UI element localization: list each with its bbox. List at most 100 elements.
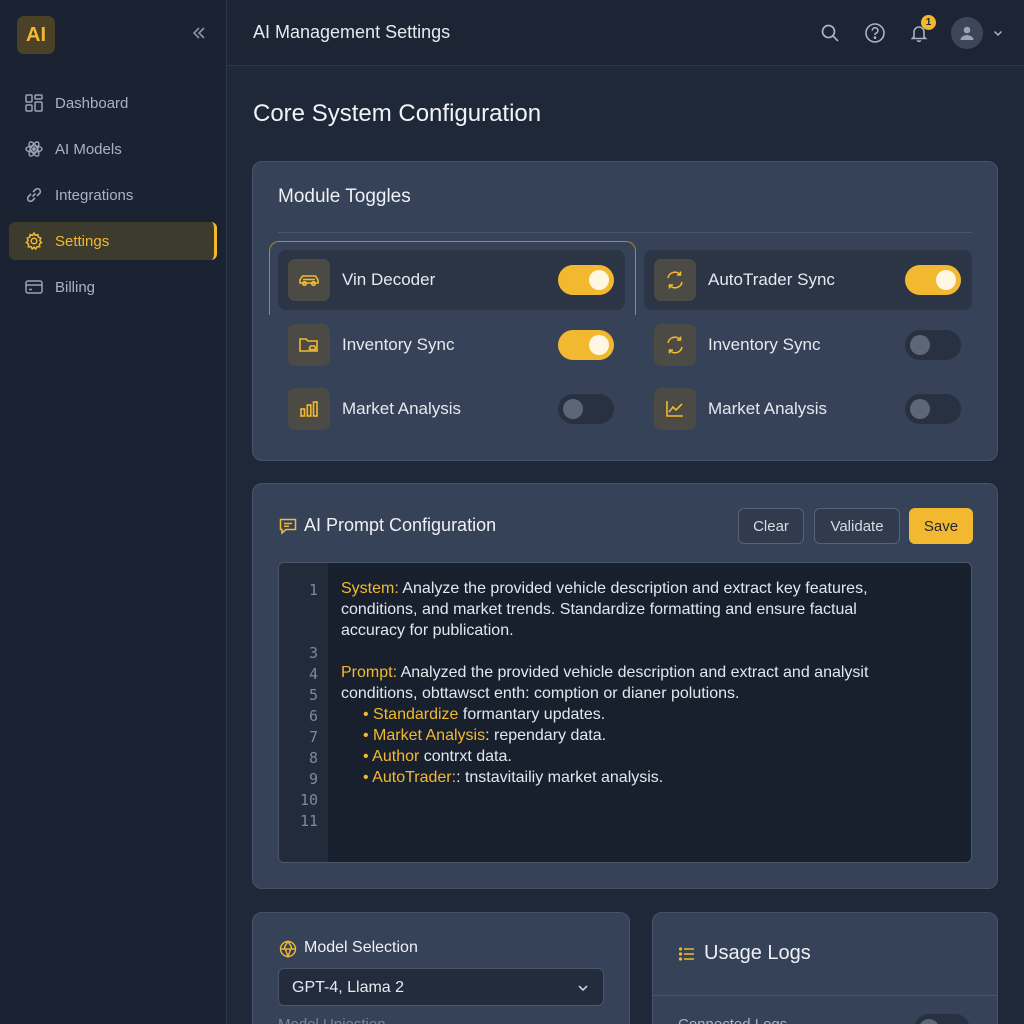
module-label: Vin Decoder	[342, 270, 436, 289]
bullet-icon: •	[363, 706, 374, 723]
module-toggles-title: Module Toggles	[278, 186, 411, 207]
bullet-icon: •	[363, 769, 373, 786]
model-sub-label: Model Uniestion	[278, 1016, 386, 1024]
code-keyword: AutoTrader:	[372, 769, 457, 786]
module-label: Market Analysis	[708, 399, 828, 418]
toggle-knob	[919, 1019, 939, 1024]
model-select-value: GPT-4, Llama 2	[292, 979, 405, 996]
help-icon[interactable]	[863, 21, 887, 45]
divider	[278, 232, 972, 233]
code-text: Analyzed the provided vehicle descriptio…	[397, 664, 869, 681]
toggle-knob	[589, 335, 609, 355]
model-selection-title: Model Selection	[304, 939, 418, 956]
toggle-inventory-sync[interactable]	[558, 330, 614, 360]
chevron-down-icon[interactable]	[986, 21, 1010, 45]
toggle-market-analysis-2[interactable]	[905, 394, 961, 424]
line-number: 1	[308, 581, 318, 599]
toggle-market-analysis[interactable]	[558, 394, 614, 424]
openai-icon	[278, 939, 298, 959]
usage-logs-title: Usage Logs	[704, 942, 811, 964]
toggle-inventory-sync-2[interactable]	[905, 330, 961, 360]
module-label: AutoTrader Sync	[708, 270, 835, 289]
link-icon	[26, 187, 42, 203]
code-bullet-line: • Standardize formantary updates.	[363, 706, 605, 724]
prompt-editor[interactable]: 1 3 4 5 6 7 8 9 10 11 System: Analyze th…	[278, 562, 972, 863]
code-keyword: Market Analysis	[373, 727, 486, 744]
bar-chart-icon	[288, 388, 330, 430]
toggle-knob	[936, 270, 956, 290]
toggle-knob	[910, 399, 930, 419]
line-number: 7	[308, 728, 318, 746]
avatar[interactable]	[951, 17, 983, 49]
clear-button[interactable]: Clear	[738, 508, 804, 544]
module-label: Inventory Sync	[708, 335, 821, 354]
code-line: Prompt: Analyzed the provided vehicle de…	[341, 664, 868, 682]
line-number: 4	[308, 665, 318, 683]
usage-logs-card	[652, 912, 998, 1024]
sidebar-item-label: Dashboard	[55, 94, 129, 112]
notification-badge: 1	[921, 15, 936, 30]
list-icon	[678, 945, 696, 963]
chat-icon	[278, 516, 298, 536]
module-label: Inventory Sync	[342, 335, 455, 354]
code-line: conditions, and market trends. Standardi…	[341, 601, 857, 618]
sidebar-item-label: AI Models	[55, 140, 122, 158]
sidebar-item-billing[interactable]: Billing	[9, 268, 217, 306]
search-icon[interactable]	[818, 21, 842, 45]
page-title: Core System Configuration	[253, 100, 542, 127]
line-number: 11	[299, 812, 318, 830]
validate-button[interactable]: Validate	[814, 508, 900, 544]
toggle-autotrader-sync[interactable]	[905, 265, 961, 295]
toggle-connected-logs[interactable]	[914, 1014, 970, 1024]
sidebar-item-settings[interactable]: Settings	[9, 222, 217, 260]
code-line: System: Analyze the provided vehicle des…	[341, 580, 868, 598]
module-row-vin-decoder: Vin Decoder	[278, 250, 625, 310]
sidebar: AI Dashboard AI Models Integrations Sett…	[0, 0, 227, 1024]
divider	[653, 995, 997, 996]
sidebar-item-label: Integrations	[55, 186, 134, 204]
code-text: : tnstavitailiy market analysis.	[456, 769, 664, 786]
usage-logs-row-label: Connected Logs	[678, 1016, 787, 1024]
top-header: AI Management Settings	[228, 0, 1024, 66]
code-bullet-line: • AutoTrader:: tnstavitailiy market anal…	[363, 769, 663, 787]
code-keyword: Author	[372, 748, 420, 765]
sidebar-item-dashboard[interactable]: Dashboard	[9, 84, 217, 122]
toggle-knob	[563, 399, 583, 419]
collapse-sidebar-icon[interactable]	[188, 22, 210, 44]
line-number: 5	[308, 686, 318, 704]
code-text: : rependary data.	[485, 727, 607, 744]
toggle-vin-decoder[interactable]	[558, 265, 614, 295]
line-chart-icon	[654, 388, 696, 430]
bullet-icon: •	[363, 748, 373, 765]
module-row-inventory-sync: Inventory Sync	[278, 315, 625, 375]
page-header-title: AI Management Settings	[253, 22, 451, 42]
credit-card-icon	[25, 280, 43, 294]
sidebar-item-ai-models[interactable]: AI Models	[9, 130, 217, 168]
save-button[interactable]: Save	[909, 508, 973, 544]
sidebar-nav: Dashboard AI Models Integrations Setting…	[9, 84, 217, 314]
sidebar-item-label: Billing	[55, 278, 96, 296]
code-text: contrxt data.	[419, 748, 512, 765]
sidebar-item-integrations[interactable]: Integrations	[9, 176, 217, 214]
code-text: formantary updates.	[458, 706, 606, 723]
line-number: 6	[308, 707, 318, 725]
line-number: 9	[308, 770, 318, 788]
refresh-icon	[654, 259, 696, 301]
dashboard-icon	[25, 94, 43, 112]
toggle-knob	[910, 335, 930, 355]
module-row-market-analysis-2: Market Analysis	[644, 379, 972, 439]
app-logo[interactable]: AI	[17, 16, 55, 54]
gear-icon	[25, 231, 43, 251]
folder-car-icon	[288, 324, 330, 366]
code-bullet-line: • Author contrxt data.	[363, 748, 512, 766]
line-number: 10	[299, 791, 318, 809]
code-text: Analyze the provided vehicle description…	[398, 580, 868, 597]
toggle-knob	[589, 270, 609, 290]
bullet-icon: •	[363, 727, 374, 744]
line-number: 8	[308, 749, 318, 767]
model-select[interactable]: GPT-4, Llama 2	[278, 968, 604, 1006]
prompt-config-title: AI Prompt Configuration	[304, 515, 497, 535]
module-row-market-analysis: Market Analysis	[278, 379, 625, 439]
code-keyword: Standardize	[373, 706, 459, 723]
code-line: conditions, obttawsct enth: comption or …	[341, 685, 740, 702]
